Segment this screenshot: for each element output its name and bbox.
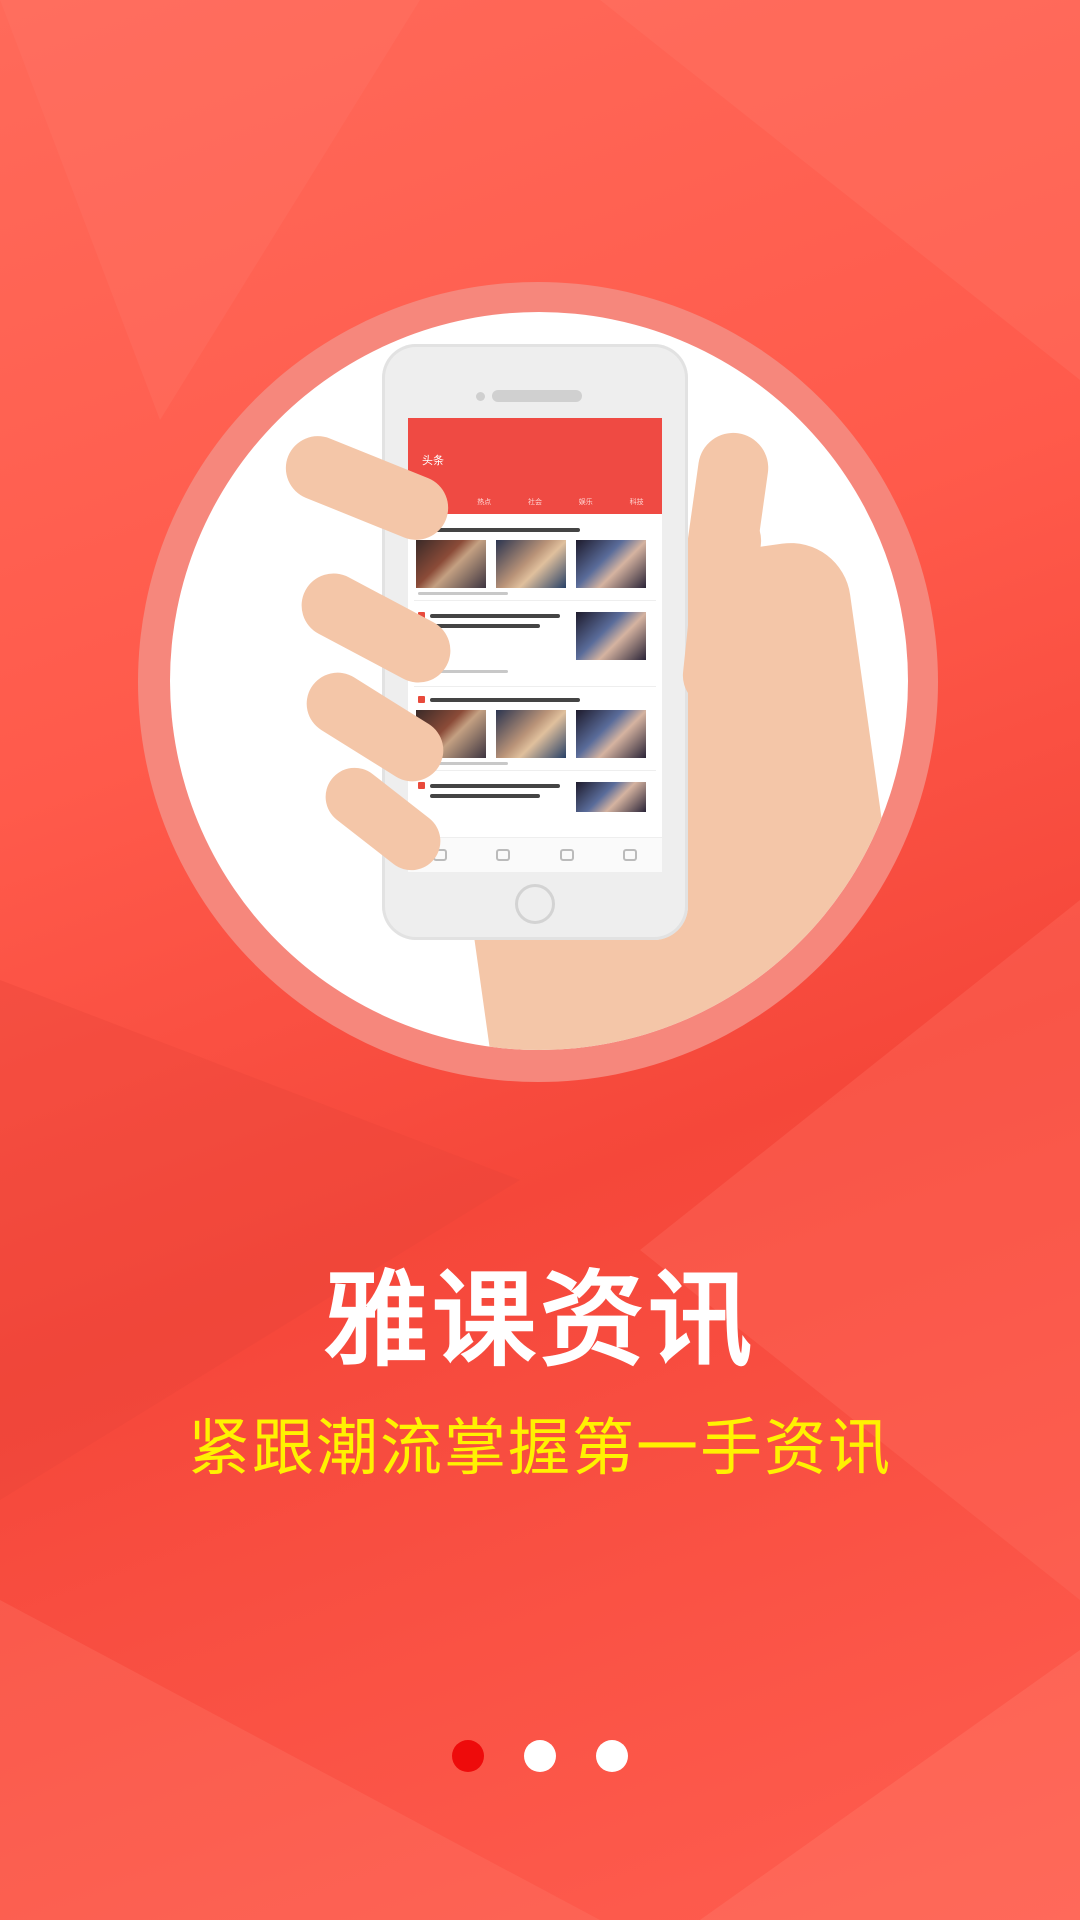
phone-bottom-nav [408, 837, 662, 872]
page-dot-1[interactable] [452, 1740, 484, 1772]
nav-profile-icon [623, 849, 638, 861]
nav-topic-icon [559, 849, 574, 861]
phone-tab: 社会 [527, 498, 542, 506]
phone-home-button [515, 884, 555, 924]
onboarding-subtitle: 紧跟潮流掌握第一手资讯 [187, 1411, 892, 1484]
phone-feed-card [414, 518, 656, 601]
page-dot-2[interactable] [524, 1740, 556, 1772]
page-indicator [0, 1740, 1080, 1772]
phone-feed-card [414, 688, 656, 771]
phone-camera [476, 392, 485, 401]
phone-speaker [492, 390, 582, 402]
onboarding-title: 雅课资讯 [323, 1259, 756, 1381]
page-dot-3[interactable] [596, 1740, 628, 1772]
phone-tab: 娱乐 [578, 498, 593, 506]
phone-tab: 热点 [477, 498, 492, 506]
nav-video-icon [496, 849, 511, 861]
phone-app-title: 头条 [422, 454, 444, 467]
phone-tab: 科技 [629, 498, 644, 506]
